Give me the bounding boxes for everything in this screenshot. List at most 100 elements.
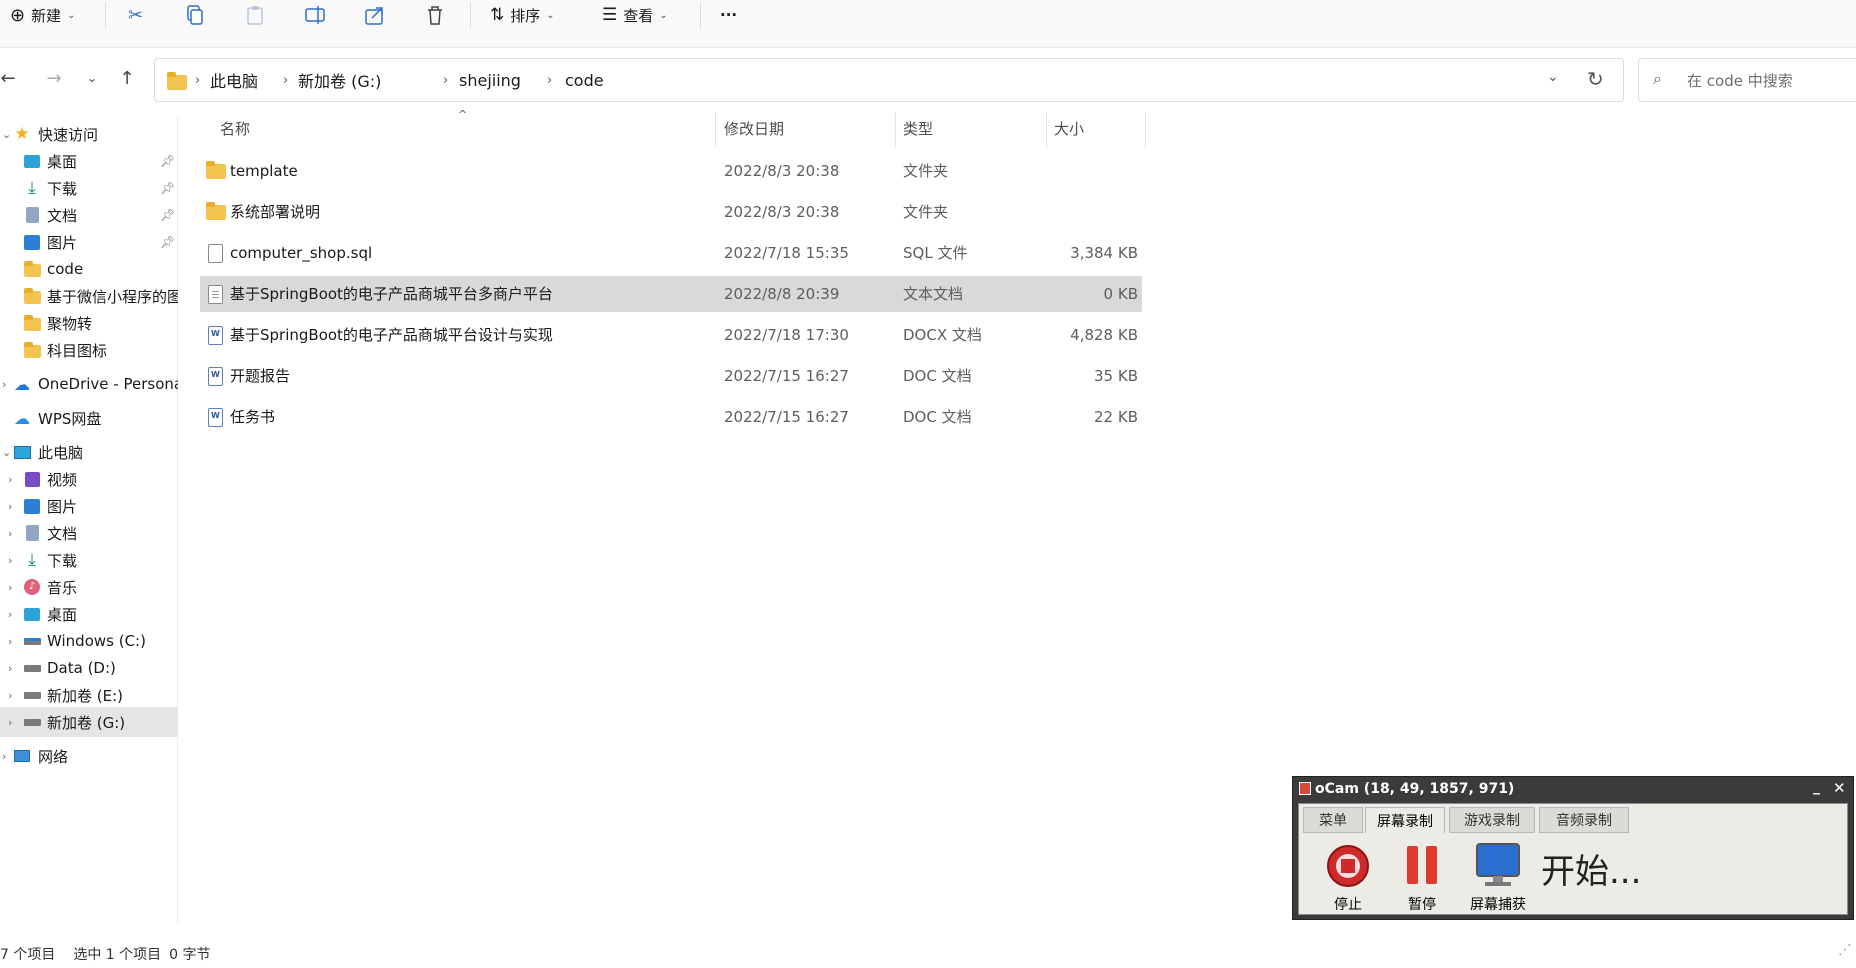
sidebar-item-code[interactable]: code [0,254,178,284]
file-type: 文本文档 [903,285,964,303]
ocam-capture-button[interactable]: 屏幕捕获 [1463,842,1533,914]
sidebar-drive-e[interactable]: › 新加卷 (E:) [0,680,178,710]
sidebar-item-juwuzhuan[interactable]: 聚物转 [0,308,178,338]
more-options-button[interactable]: ··· [720,0,737,30]
file-row[interactable]: 基于SpringBoot的电子产品商城平台设计与实现 2022/7/18 17:… [200,317,1142,353]
sidebar-pc-videos[interactable]: › 视频 [0,464,178,494]
share-button[interactable] [365,0,385,30]
rename-button[interactable] [305,0,327,30]
search-box[interactable]: ⌕ 在 code 中搜索 [1638,58,1856,102]
address-bar[interactable]: › 此电脑 › 新加卷 (G:) › shejiing › code ⌄ ↻ [154,58,1624,102]
ocam-tab-menu[interactable]: 菜单 [1303,807,1363,833]
ocam-pause-button[interactable]: 暂停 [1387,842,1457,914]
minimize-icon[interactable]: _ [1813,779,1820,795]
sidebar-label: 桌面 [47,152,78,171]
sidebar-pc-music[interactable]: › ♪ 音乐 [0,572,178,602]
sort-button[interactable]: ⇅ 排序 ⌄ [490,0,555,30]
chevron-right-icon: › [8,580,13,594]
file-date: 2022/8/8 20:39 [724,285,840,303]
file-date: 2022/7/15 16:27 [724,367,849,385]
sidebar-item-pictures[interactable]: 图片 📌︎ [0,227,178,257]
file-row[interactable]: computer_shop.sql 2022/7/18 15:35 SQL 文件… [200,235,1142,271]
delete-button[interactable] [426,0,444,30]
file-date: 2022/7/18 15:35 [724,244,849,262]
sidebar-pc-pictures[interactable]: › 图片 [0,491,178,521]
sidebar-drive-d[interactable]: › Data (D:) [0,653,178,683]
new-button[interactable]: ⊕ 新建 ⌄ [10,0,76,30]
pin-icon: 📌︎ [160,208,176,222]
resize-grip-icon[interactable]: ⋰ [1838,942,1852,958]
file-row[interactable]: 任务书 2022/7/15 16:27 DOC 文档 22 KB [200,399,1142,435]
sidebar-item-downloads[interactable]: ⤓ 下载 📌︎ [0,173,178,203]
close-icon[interactable]: ✕ [1833,779,1846,797]
sidebar-this-pc[interactable]: ⌄ 此电脑 [0,437,178,467]
column-type[interactable]: 类型 [903,118,933,140]
breadcrumb-code[interactable]: code [565,59,604,101]
sort-icon: ⇅ [490,5,505,25]
back-button[interactable]: ← [0,66,20,90]
sidebar-pc-downloads[interactable]: › ⤓ 下载 [0,545,178,575]
chevron-right-icon: › [8,553,13,567]
chevron-down-icon: ⌄ [2,127,12,141]
ocam-tab-screen-record[interactable]: 屏幕录制 [1365,807,1445,833]
search-input[interactable]: 在 code 中搜索 [1687,70,1793,91]
chevron-right-icon: › [8,715,13,729]
download-icon: ⤓ [28,178,36,198]
copy-button[interactable] [186,0,204,30]
sidebar-pc-desktop[interactable]: › 桌面 [0,599,178,629]
sidebar-wps[interactable]: ☁ WPS网盘 [0,403,178,433]
ocam-app-icon [1299,782,1311,795]
download-icon: ⤓ [28,550,36,570]
ocam-tab-audio-record[interactable]: 音频录制 [1539,807,1629,833]
ocam-stop-button[interactable]: 停止 [1313,842,1383,914]
column-divider[interactable] [1046,112,1047,148]
sidebar-pc-documents[interactable]: › 文档 [0,518,178,548]
sidebar-item-wechat-folder[interactable]: 基于微信小程序的图 [0,281,178,311]
ocam-tab-game-record[interactable]: 游戏录制 [1449,807,1535,833]
sidebar-label: 文档 [47,206,78,225]
column-name[interactable]: 名称 [220,118,250,140]
chevron-down-icon: ⌄ [659,9,668,21]
file-name: 系统部署说明 [230,203,321,221]
file-type: DOCX 文档 [903,326,982,344]
column-date[interactable]: 修改日期 [724,118,784,140]
recent-locations-button[interactable]: ⌄ [80,66,104,90]
chevron-down-icon: ⌄ [2,445,12,459]
column-size[interactable]: 大小 [1054,118,1084,140]
breadcrumb-this-pc[interactable]: 此电脑 [210,59,258,101]
ocam-titlebar[interactable]: oCam (18, 49, 1857, 971) _ ✕ [1293,777,1853,801]
chevron-down-icon: ⌄ [86,71,98,85]
view-button[interactable]: ☰ 查看 ⌄ [602,0,668,30]
sidebar-quick-access[interactable]: ⌄ ★ 快速访问 [0,119,178,149]
folder-icon [22,341,42,359]
sidebar-item-desktop[interactable]: 桌面 📌︎ [0,146,178,176]
file-row[interactable]: 系统部署说明 2022/8/3 20:38 文件夹 [200,194,1142,230]
breadcrumb-drive-g[interactable]: 新加卷 (G:) [298,59,381,101]
sidebar-drive-g[interactable]: › 新加卷 (G:) [0,707,178,737]
column-divider[interactable] [715,112,716,148]
up-button[interactable]: ↑ [115,66,139,90]
copy-icon [187,5,203,25]
paste-button[interactable] [246,0,264,30]
file-type: 文件夹 [903,162,949,180]
breadcrumb-shejiing[interactable]: shejiing [459,59,521,101]
column-divider[interactable] [895,112,896,148]
sidebar-item-documents[interactable]: 文档 📌︎ [0,200,178,230]
file-row-selected[interactable]: 基于SpringBoot的电子产品商城平台多商户平台 2022/8/8 20:3… [200,276,1142,312]
address-history-button[interactable]: ⌄ [1547,69,1559,85]
file-row[interactable]: template 2022/8/3 20:38 文件夹 [200,153,1142,189]
sidebar-item-kemu[interactable]: 科目图标 [0,335,178,365]
sort-ascending-icon: ^ [458,108,468,121]
paste-icon [247,6,263,25]
forward-button[interactable]: → [42,66,66,90]
sidebar-network[interactable]: › 网络 [0,741,178,771]
file-row[interactable]: 开题报告 2022/7/15 16:27 DOC 文档 35 KB [200,358,1142,394]
pin-icon: 📌︎ [160,154,176,168]
chevron-right-icon: › [8,688,13,702]
sidebar-drive-c[interactable]: › Windows (C:) [0,626,178,656]
cut-button[interactable]: ✂ [128,0,143,30]
refresh-button[interactable]: ↻ [1587,67,1604,91]
column-divider[interactable] [1145,112,1146,148]
sidebar-onedrive[interactable]: › ☁ OneDrive - Persona [0,369,178,399]
pin-icon: 📌︎ [160,235,176,249]
